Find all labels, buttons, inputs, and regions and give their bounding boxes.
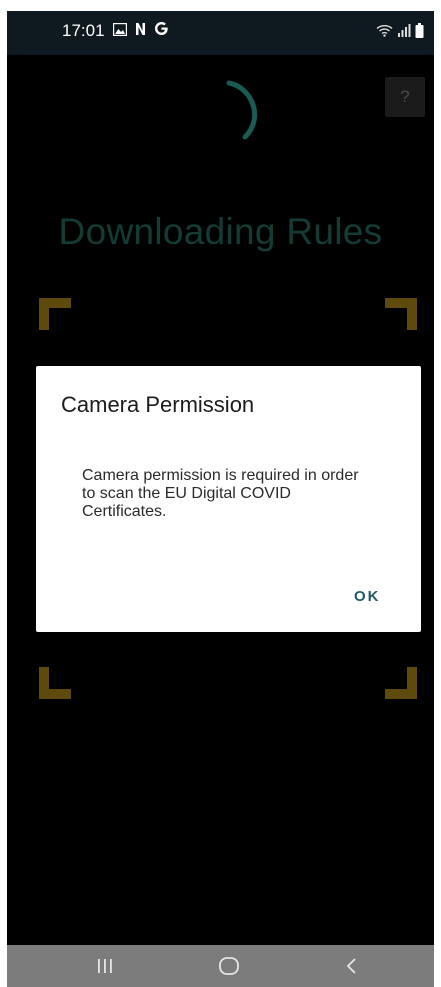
signal-icon (397, 24, 411, 42)
n-icon (135, 21, 146, 41)
battery-icon (415, 23, 424, 43)
scanner-corner-top-right (385, 298, 417, 335)
wifi-icon (376, 24, 393, 42)
status-time: 17:01 (62, 21, 105, 40)
recent-apps-icon[interactable] (70, 945, 140, 987)
loading-spinner (219, 77, 279, 147)
scanner-corner-top-left (39, 298, 71, 335)
ok-button[interactable]: OK (354, 588, 381, 605)
back-icon[interactable] (317, 945, 387, 987)
dialog-title: Camera Permission (61, 392, 255, 417)
home-icon[interactable] (194, 945, 264, 987)
phone-screen: 17:01 ? Downloading Rules Camera Permiss… (7, 11, 434, 987)
help-button[interactable]: ? (385, 77, 425, 117)
google-icon (154, 21, 169, 41)
loading-title: Downloading Rules (58, 211, 383, 252)
status-left: 17:01 (62, 21, 169, 41)
scanner-corner-bottom-left (39, 667, 71, 704)
status-right (376, 23, 424, 43)
image-icon (112, 21, 127, 41)
camera-permission-dialog: Camera Permission Camera permission is r… (36, 366, 421, 632)
dialog-message: Camera permission is required in order t… (82, 467, 359, 520)
help-label: ? (400, 87, 410, 106)
status-bar: 17:01 (7, 11, 434, 55)
navigation-bar (7, 945, 434, 987)
scanner-corner-bottom-right (385, 667, 417, 704)
